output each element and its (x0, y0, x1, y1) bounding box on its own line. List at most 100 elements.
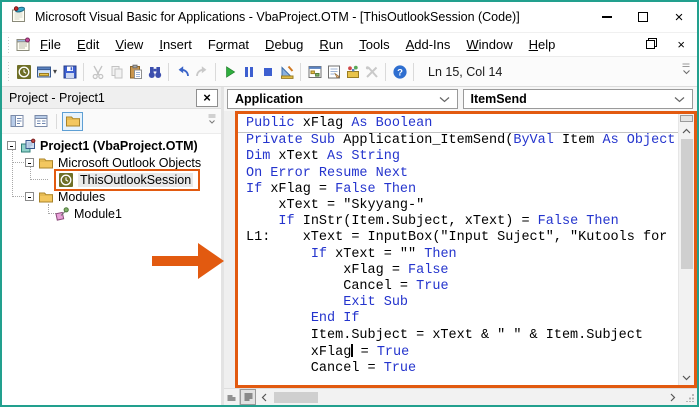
margin-indicator-bar[interactable] (224, 111, 235, 388)
menu-item-debug[interactable]: Debug (257, 34, 311, 55)
toolbar-separator (385, 62, 386, 81)
split-handle[interactable] (680, 115, 693, 122)
project-panel-close-button[interactable]: × (196, 88, 218, 107)
undo-icon (175, 64, 191, 80)
mdi-close-button[interactable]: × (677, 38, 685, 51)
toolbar-separator (83, 62, 84, 81)
redo-button[interactable] (192, 61, 211, 83)
tree-item-thisoutlooksession[interactable]: ThisOutlookSession (2, 168, 221, 191)
copy-icon (109, 64, 125, 80)
close-button[interactable]: × (661, 2, 697, 32)
menu-item-addins[interactable]: Add-Ins (398, 34, 459, 55)
help-button[interactable]: ? (390, 61, 409, 83)
tree-label: Microsoft Outlook Objects (58, 155, 202, 170)
procedure-view-button[interactable] (224, 389, 240, 405)
view-object-icon (34, 115, 47, 127)
folder-icon (65, 116, 80, 127)
code-line: If xFlag = False Then (246, 181, 417, 197)
project-tree: Project1 (VbaProject.OTM) Microsoft Outl… (2, 134, 221, 405)
menu-item-format[interactable]: Format (200, 34, 257, 55)
tree-item-modules[interactable]: Modules (2, 188, 221, 205)
run-button[interactable] (220, 61, 239, 83)
code-line: Cancel = True (246, 279, 449, 295)
code-editor[interactable]: Public xFlag As Boolean Private Sub Appli… (238, 114, 678, 385)
code-line: xFlag = False (246, 262, 449, 278)
find-button[interactable] (145, 61, 164, 83)
event-dropdown[interactable]: ItemSend (462, 89, 693, 109)
undo-button[interactable] (173, 61, 192, 83)
view-object-button[interactable] (30, 112, 51, 131)
maximize-button[interactable] (625, 2, 661, 32)
tree-item-module1[interactable]: Module1 (2, 205, 221, 222)
design-mode-button[interactable] (277, 61, 296, 83)
code-line: L1: xText = InputBox("Input Suject", "Ku… (246, 230, 668, 246)
insert-userform-button[interactable]: ▾ (33, 61, 60, 83)
cut-button[interactable] (88, 61, 107, 83)
code-line: Exit Sub (343, 295, 409, 311)
properties-window-button[interactable] (324, 61, 343, 83)
code-line: xFlag = True (246, 343, 410, 360)
copy-button[interactable] (107, 61, 126, 83)
object-dropdown[interactable]: Application (227, 89, 458, 109)
menu-item-help[interactable]: Help (521, 34, 564, 55)
code-line: Item.Subject = xText & " " & Item.Subjec… (246, 327, 643, 343)
mdi-child-icon (13, 34, 32, 56)
horizontal-scrollbar[interactable] (256, 389, 681, 405)
toolbar-options-icon[interactable] (680, 61, 692, 82)
code-line: xText = "Skyyang-" (246, 198, 425, 214)
titlebar: Microsoft Visual Basic for Applications … (2, 2, 697, 32)
vertical-scroll-thumb[interactable] (680, 139, 693, 269)
minimize-button[interactable] (589, 2, 625, 32)
tree-label: ThisOutlookSession (78, 172, 194, 187)
toolbox-button[interactable] (362, 61, 381, 83)
window-title: Microsoft Visual Basic for Applications … (35, 10, 520, 24)
save-button[interactable] (60, 61, 79, 83)
folder-icon (38, 155, 54, 171)
object-browser-button[interactable] (343, 61, 362, 83)
vertical-scrollbar[interactable] (678, 114, 694, 385)
svg-text:?: ? (397, 67, 403, 78)
resize-grip[interactable] (681, 389, 697, 405)
menu-item-file[interactable]: File (32, 34, 69, 55)
collapse-icon[interactable] (7, 141, 16, 150)
mdi-restore-button[interactable] (646, 37, 658, 52)
menu-item-insert[interactable]: Insert (151, 34, 200, 55)
toggle-folders-button[interactable] (62, 111, 83, 131)
maximize-icon (638, 12, 648, 22)
menu-item-view[interactable]: View (107, 34, 151, 55)
chevron-down-icon (439, 96, 449, 102)
dropdown-arrow-icon[interactable]: ▾ (53, 67, 57, 76)
menu-item-edit[interactable]: Edit (69, 34, 107, 55)
project-explorer-icon (307, 64, 323, 80)
code-highlight-box: Public xFlag As Boolean Private Sub Appli… (235, 111, 697, 388)
panel-options-icon[interactable] (207, 112, 217, 131)
tree-label: Modules (58, 189, 106, 204)
scroll-left-icon[interactable] (256, 389, 272, 405)
scroll-right-icon[interactable] (665, 389, 681, 405)
menu-item-run[interactable]: Run (311, 34, 351, 55)
toolbar-grip[interactable] (6, 61, 11, 82)
menu-item-tools[interactable]: Tools (351, 34, 397, 55)
full-module-view-button[interactable] (240, 389, 256, 405)
menu-item-window[interactable]: Window (458, 34, 520, 55)
menubar: File Edit View Insert Format Debug Run Tools Add… (2, 32, 697, 56)
toolbar-buttons: ▾? (14, 61, 409, 83)
redo-icon (194, 64, 210, 80)
project-explorer-button[interactable] (305, 61, 324, 83)
view-code-button[interactable] (6, 112, 27, 131)
vba-editor-window: Microsoft Visual Basic for Applications … (0, 0, 699, 407)
tree-item-project1[interactable]: Project1 (VbaProject.OTM) (2, 137, 221, 154)
paste-button[interactable] (126, 61, 145, 83)
collapse-icon[interactable] (25, 158, 34, 167)
view-outlook-button[interactable] (14, 61, 33, 83)
collapse-icon[interactable] (25, 192, 34, 201)
reset-button[interactable] (258, 61, 277, 83)
menubar-grip[interactable] (6, 36, 11, 53)
scroll-down-icon[interactable] (679, 371, 694, 385)
scroll-up-icon[interactable] (679, 124, 694, 138)
break-button[interactable] (239, 61, 258, 83)
toolbar: ▾? Ln 15, Col 14 (2, 56, 697, 87)
object-browser-icon (345, 64, 361, 80)
run-icon (222, 64, 238, 80)
horizontal-scroll-thumb[interactable] (274, 391, 318, 403)
